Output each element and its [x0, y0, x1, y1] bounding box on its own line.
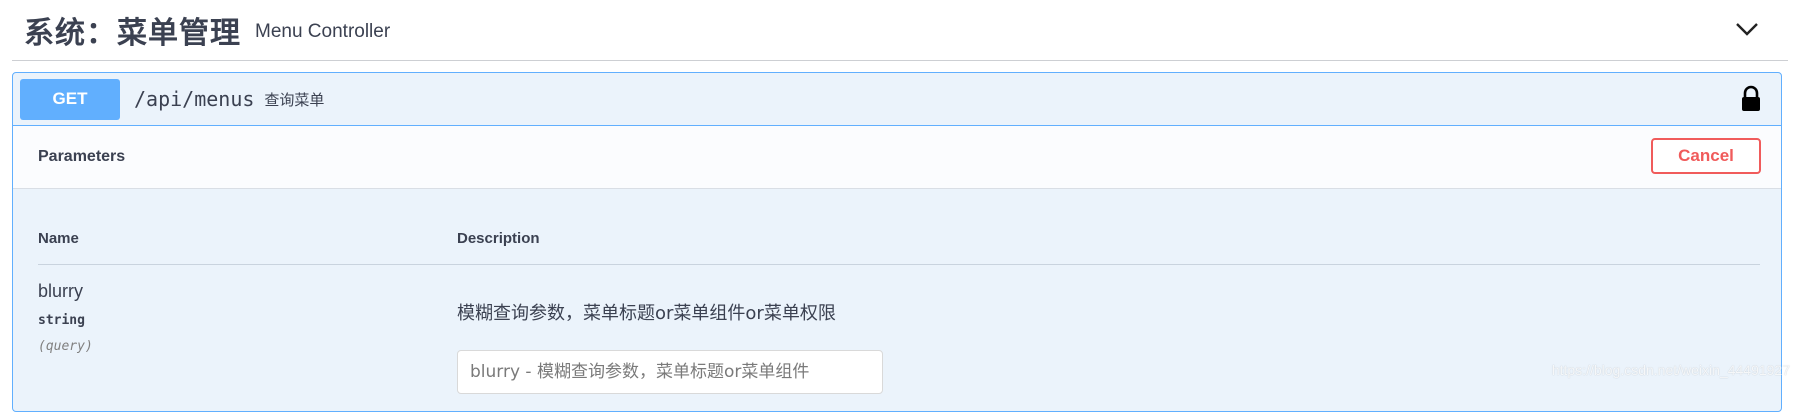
operation-block: GET /api/menus 查询菜单 Parameters Cancel Na…: [12, 72, 1782, 412]
parameter-location: (query): [38, 339, 93, 354]
parameters-title: Parameters: [38, 148, 126, 165]
operation-summary-text: 查询菜单: [264, 90, 325, 109]
watermark: https://blog.csdn.net/weixin_44491927: [1551, 362, 1790, 378]
header-divider: [38, 264, 1760, 265]
http-method-badge: GET: [20, 78, 120, 120]
column-header-name: Name: [38, 230, 79, 247]
blurry-input[interactable]: [457, 350, 883, 394]
lock-icon[interactable]: [1739, 85, 1763, 113]
operation-summary[interactable]: GET /api/menus 查询菜单: [13, 73, 1781, 126]
parameter-description: 模糊查询参数，菜单标题or菜单组件or菜单权限: [457, 303, 836, 324]
tag-header[interactable]: 系统：菜单管理 Menu Controller: [12, 0, 1788, 61]
tag-title: 系统：菜单管理: [24, 16, 241, 51]
column-header-description: Description: [457, 230, 540, 247]
tag-description: Menu Controller: [255, 21, 391, 42]
parameters-section-header: Parameters Cancel: [13, 126, 1781, 189]
cancel-button[interactable]: Cancel: [1651, 138, 1761, 174]
parameter-type: string: [38, 313, 85, 328]
operation-path: /api/menus: [134, 87, 255, 111]
chevron-down-icon[interactable]: [1732, 14, 1762, 44]
parameter-name: blurry: [38, 281, 84, 301]
